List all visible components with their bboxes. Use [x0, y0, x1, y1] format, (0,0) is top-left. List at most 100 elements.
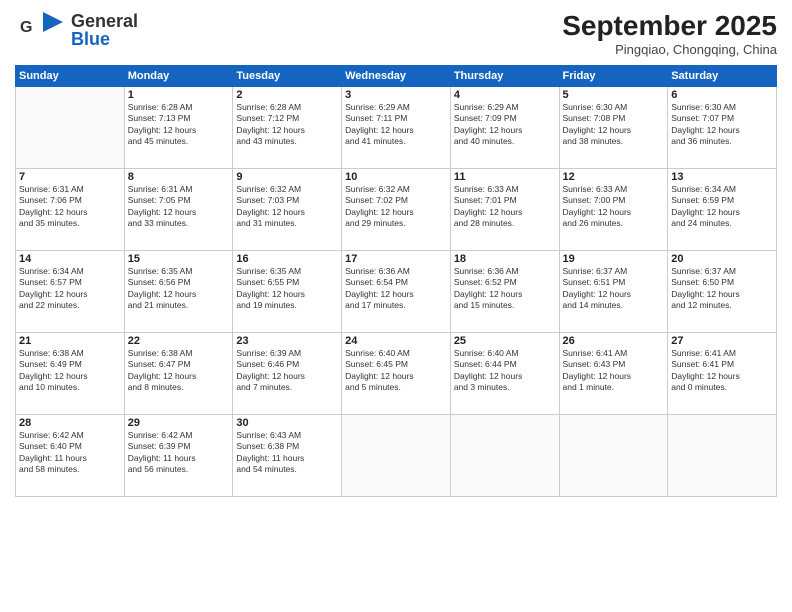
day-number: 5: [563, 89, 665, 101]
day-info: Sunrise: 6:30 AM Sunset: 7:07 PM Dayligh…: [671, 102, 773, 148]
calendar-table: Sunday Monday Tuesday Wednesday Thursday…: [15, 65, 777, 497]
table-row: [342, 415, 451, 497]
table-row: [450, 415, 559, 497]
day-info: Sunrise: 6:33 AM Sunset: 7:00 PM Dayligh…: [563, 184, 665, 230]
day-number: 24: [345, 335, 447, 347]
day-number: 16: [236, 253, 338, 265]
page: G General Blue September 2025 Pingqiao, …: [0, 0, 792, 612]
table-row: [559, 415, 668, 497]
day-number: 14: [19, 253, 121, 265]
col-friday: Friday: [559, 66, 668, 87]
day-info: Sunrise: 6:39 AM Sunset: 6:46 PM Dayligh…: [236, 348, 338, 394]
day-info: Sunrise: 6:31 AM Sunset: 7:06 PM Dayligh…: [19, 184, 121, 230]
day-number: 19: [563, 253, 665, 265]
calendar-header-row: Sunday Monday Tuesday Wednesday Thursday…: [16, 66, 777, 87]
col-thursday: Thursday: [450, 66, 559, 87]
table-row: [16, 87, 125, 169]
day-number: 18: [454, 253, 556, 265]
day-number: 20: [671, 253, 773, 265]
calendar-week-row: 14Sunrise: 6:34 AM Sunset: 6:57 PM Dayli…: [16, 251, 777, 333]
table-row: 8Sunrise: 6:31 AM Sunset: 7:05 PM Daylig…: [124, 169, 233, 251]
day-info: Sunrise: 6:41 AM Sunset: 6:41 PM Dayligh…: [671, 348, 773, 394]
day-info: Sunrise: 6:40 AM Sunset: 6:44 PM Dayligh…: [454, 348, 556, 394]
table-row: 2Sunrise: 6:28 AM Sunset: 7:12 PM Daylig…: [233, 87, 342, 169]
day-info: Sunrise: 6:43 AM Sunset: 6:38 PM Dayligh…: [236, 430, 338, 476]
table-row: 14Sunrise: 6:34 AM Sunset: 6:57 PM Dayli…: [16, 251, 125, 333]
day-number: 17: [345, 253, 447, 265]
table-row: 3Sunrise: 6:29 AM Sunset: 7:11 PM Daylig…: [342, 87, 451, 169]
table-row: 25Sunrise: 6:40 AM Sunset: 6:44 PM Dayli…: [450, 333, 559, 415]
day-number: 22: [128, 335, 230, 347]
day-number: 1: [128, 89, 230, 101]
day-info: Sunrise: 6:28 AM Sunset: 7:12 PM Dayligh…: [236, 102, 338, 148]
logo-general-text: General: [71, 12, 138, 30]
day-number: 3: [345, 89, 447, 101]
table-row: 17Sunrise: 6:36 AM Sunset: 6:54 PM Dayli…: [342, 251, 451, 333]
day-number: 8: [128, 171, 230, 183]
day-info: Sunrise: 6:38 AM Sunset: 6:47 PM Dayligh…: [128, 348, 230, 394]
col-sunday: Sunday: [16, 66, 125, 87]
calendar-week-row: 28Sunrise: 6:42 AM Sunset: 6:40 PM Dayli…: [16, 415, 777, 497]
day-info: Sunrise: 6:32 AM Sunset: 7:02 PM Dayligh…: [345, 184, 447, 230]
day-info: Sunrise: 6:41 AM Sunset: 6:43 PM Dayligh…: [563, 348, 665, 394]
table-row: 5Sunrise: 6:30 AM Sunset: 7:08 PM Daylig…: [559, 87, 668, 169]
day-number: 23: [236, 335, 338, 347]
month-year: September 2025: [562, 10, 777, 42]
title-section: September 2025 Pingqiao, Chongqing, Chin…: [562, 10, 777, 57]
table-row: 28Sunrise: 6:42 AM Sunset: 6:40 PM Dayli…: [16, 415, 125, 497]
col-wednesday: Wednesday: [342, 66, 451, 87]
day-number: 12: [563, 171, 665, 183]
day-info: Sunrise: 6:30 AM Sunset: 7:08 PM Dayligh…: [563, 102, 665, 148]
logo-blue-text: Blue: [71, 30, 138, 48]
table-row: 21Sunrise: 6:38 AM Sunset: 6:49 PM Dayli…: [16, 333, 125, 415]
day-info: Sunrise: 6:42 AM Sunset: 6:40 PM Dayligh…: [19, 430, 121, 476]
header: G General Blue September 2025 Pingqiao, …: [15, 10, 777, 57]
day-info: Sunrise: 6:36 AM Sunset: 6:54 PM Dayligh…: [345, 266, 447, 312]
day-info: Sunrise: 6:37 AM Sunset: 6:51 PM Dayligh…: [563, 266, 665, 312]
table-row: 9Sunrise: 6:32 AM Sunset: 7:03 PM Daylig…: [233, 169, 342, 251]
table-row: 4Sunrise: 6:29 AM Sunset: 7:09 PM Daylig…: [450, 87, 559, 169]
day-info: Sunrise: 6:40 AM Sunset: 6:45 PM Dayligh…: [345, 348, 447, 394]
day-info: Sunrise: 6:38 AM Sunset: 6:49 PM Dayligh…: [19, 348, 121, 394]
day-number: 26: [563, 335, 665, 347]
col-monday: Monday: [124, 66, 233, 87]
table-row: 1Sunrise: 6:28 AM Sunset: 7:13 PM Daylig…: [124, 87, 233, 169]
table-row: 19Sunrise: 6:37 AM Sunset: 6:51 PM Dayli…: [559, 251, 668, 333]
day-info: Sunrise: 6:36 AM Sunset: 6:52 PM Dayligh…: [454, 266, 556, 312]
table-row: 30Sunrise: 6:43 AM Sunset: 6:38 PM Dayli…: [233, 415, 342, 497]
day-number: 25: [454, 335, 556, 347]
table-row: [668, 415, 777, 497]
logo-icon: G: [15, 10, 65, 50]
table-row: 10Sunrise: 6:32 AM Sunset: 7:02 PM Dayli…: [342, 169, 451, 251]
day-number: 6: [671, 89, 773, 101]
table-row: 22Sunrise: 6:38 AM Sunset: 6:47 PM Dayli…: [124, 333, 233, 415]
day-number: 15: [128, 253, 230, 265]
table-row: 23Sunrise: 6:39 AM Sunset: 6:46 PM Dayli…: [233, 333, 342, 415]
table-row: 29Sunrise: 6:42 AM Sunset: 6:39 PM Dayli…: [124, 415, 233, 497]
table-row: 27Sunrise: 6:41 AM Sunset: 6:41 PM Dayli…: [668, 333, 777, 415]
day-number: 2: [236, 89, 338, 101]
day-number: 10: [345, 171, 447, 183]
day-info: Sunrise: 6:29 AM Sunset: 7:11 PM Dayligh…: [345, 102, 447, 148]
day-info: Sunrise: 6:35 AM Sunset: 6:55 PM Dayligh…: [236, 266, 338, 312]
day-number: 4: [454, 89, 556, 101]
table-row: 20Sunrise: 6:37 AM Sunset: 6:50 PM Dayli…: [668, 251, 777, 333]
calendar-week-row: 21Sunrise: 6:38 AM Sunset: 6:49 PM Dayli…: [16, 333, 777, 415]
svg-text:G: G: [20, 19, 32, 36]
day-info: Sunrise: 6:37 AM Sunset: 6:50 PM Dayligh…: [671, 266, 773, 312]
table-row: 7Sunrise: 6:31 AM Sunset: 7:06 PM Daylig…: [16, 169, 125, 251]
day-number: 7: [19, 171, 121, 183]
table-row: 12Sunrise: 6:33 AM Sunset: 7:00 PM Dayli…: [559, 169, 668, 251]
day-info: Sunrise: 6:33 AM Sunset: 7:01 PM Dayligh…: [454, 184, 556, 230]
table-row: 16Sunrise: 6:35 AM Sunset: 6:55 PM Dayli…: [233, 251, 342, 333]
day-number: 13: [671, 171, 773, 183]
table-row: 15Sunrise: 6:35 AM Sunset: 6:56 PM Dayli…: [124, 251, 233, 333]
day-info: Sunrise: 6:42 AM Sunset: 6:39 PM Dayligh…: [128, 430, 230, 476]
calendar-week-row: 7Sunrise: 6:31 AM Sunset: 7:06 PM Daylig…: [16, 169, 777, 251]
day-number: 28: [19, 417, 121, 429]
day-info: Sunrise: 6:35 AM Sunset: 6:56 PM Dayligh…: [128, 266, 230, 312]
day-info: Sunrise: 6:28 AM Sunset: 7:13 PM Dayligh…: [128, 102, 230, 148]
day-number: 30: [236, 417, 338, 429]
logo: G General Blue: [15, 10, 138, 50]
day-info: Sunrise: 6:34 AM Sunset: 6:59 PM Dayligh…: [671, 184, 773, 230]
